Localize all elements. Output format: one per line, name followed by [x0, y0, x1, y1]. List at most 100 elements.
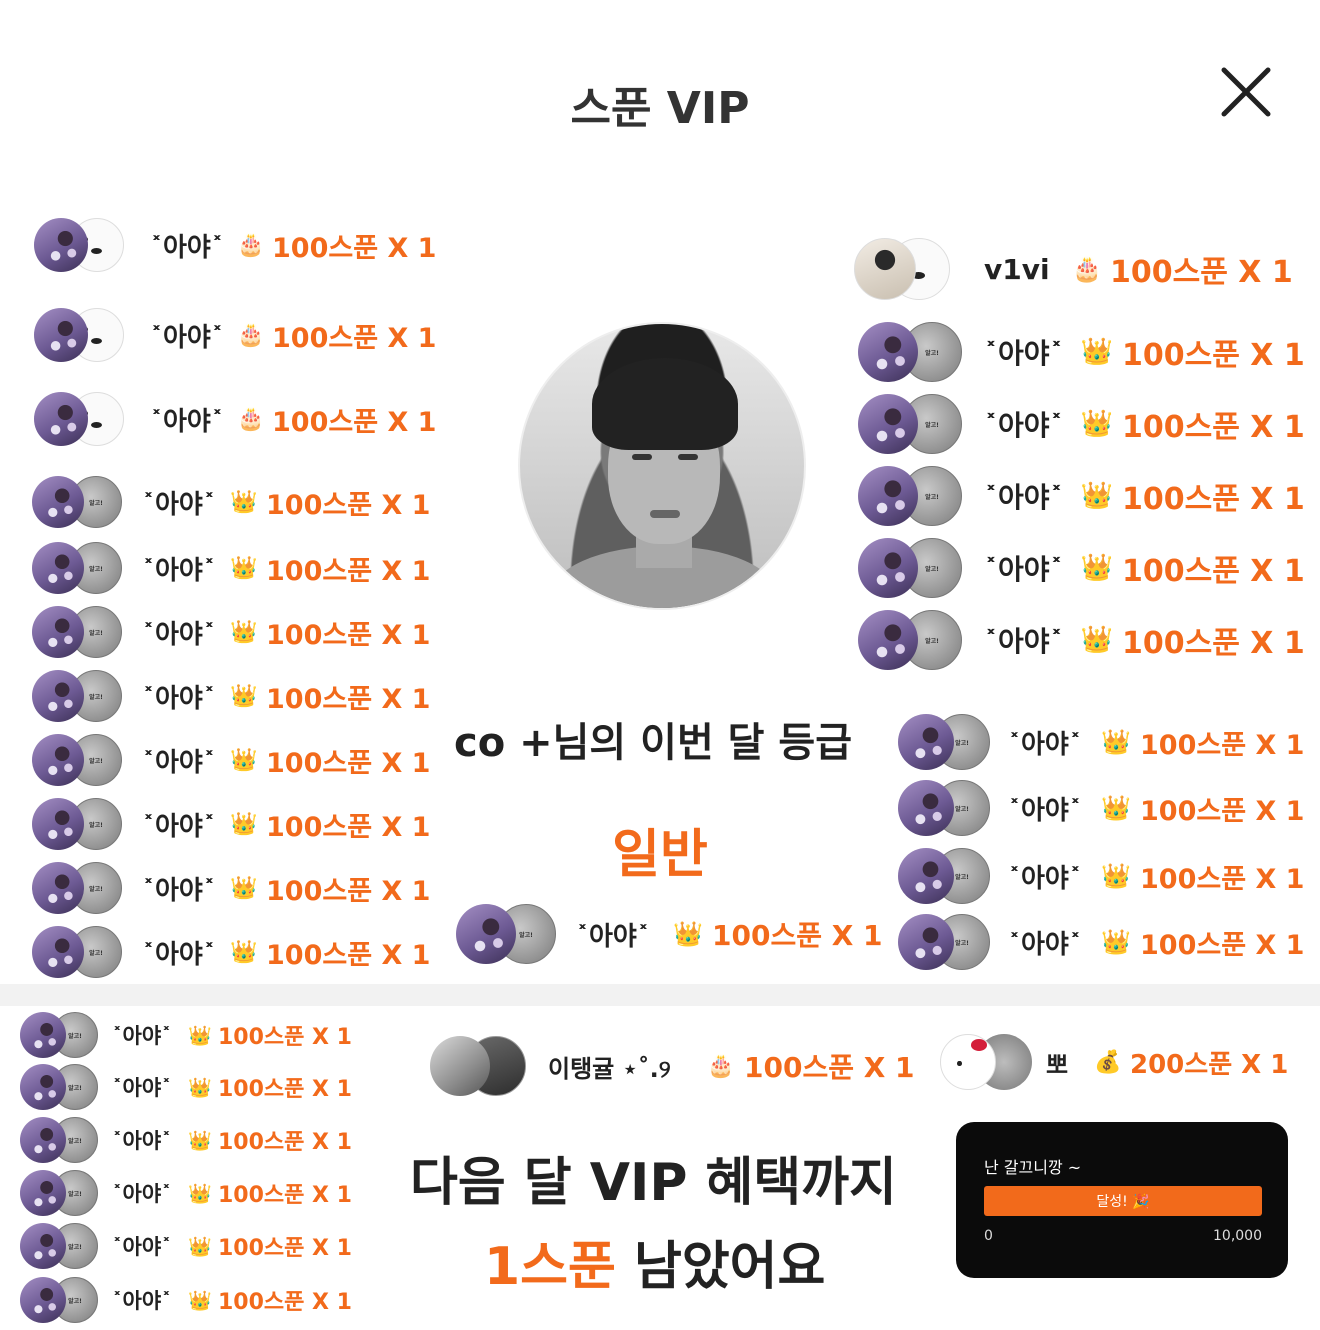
gift-row: 알고! ˟아야˟ 👑 100스푼 X 1 — [858, 538, 1305, 598]
gifter-nickname: ˟아야˟ — [112, 1129, 172, 1153]
gifter-avatars[interactable]: 알고! — [20, 1170, 98, 1216]
gifter-avatars[interactable]: 알고! — [20, 1012, 98, 1058]
gifter-avatars[interactable]: 알고! — [858, 466, 962, 526]
gifter-nickname: ˟아야˟ — [142, 619, 216, 650]
gifter-nickname: ˟아야˟ — [984, 625, 1064, 658]
gift-amount: 100스푼 X 1 — [744, 1051, 915, 1084]
crown-icon: 👑 — [1080, 337, 1114, 367]
gifter-nickname: v1vi — [984, 252, 1050, 286]
gifter-avatars[interactable]: 알고! — [456, 904, 556, 964]
gifter-avatars[interactable] — [34, 392, 124, 446]
close-icon[interactable] — [1214, 62, 1278, 126]
gifter-avatars[interactable]: 알고! — [20, 1277, 98, 1323]
crown-icon: 👑 — [1101, 794, 1131, 822]
crown-icon: 👑 — [1080, 625, 1114, 655]
gifter-avatars[interactable]: 알고! — [858, 322, 962, 382]
gifter-nickname: 이탱귤 ⋆˚.୨ — [548, 1054, 671, 1083]
gifter-avatars[interactable]: 알고! — [858, 610, 962, 670]
gifter-nickname: ˟아야˟ — [142, 489, 216, 520]
gifter-avatars[interactable]: 알고! — [32, 926, 122, 978]
crown-icon: 👑 — [1101, 728, 1131, 756]
gift-row: 알고! ˟아야˟ 👑 100스푼 X 1 — [858, 610, 1305, 670]
gift-amount: 100스푼 X 1 — [712, 919, 883, 952]
avatar — [32, 862, 84, 914]
crown-icon: 👑 — [188, 1289, 212, 1312]
gifter-avatars[interactable] — [34, 308, 124, 362]
avatar — [20, 1223, 66, 1269]
gift-row: 알고! ˟아야˟ 👑 100스푼 X 1 — [32, 670, 430, 722]
avatar — [858, 466, 918, 526]
profile-avatar[interactable] — [518, 322, 806, 610]
gifter-nickname: ˟아야˟ — [142, 939, 216, 970]
gift-amount: 100스푼 X 1 — [1140, 795, 1305, 827]
gifter-nickname: ˟아야˟ — [150, 406, 224, 437]
gifter-avatars[interactable]: 알고! — [898, 848, 990, 904]
avatar — [20, 1170, 66, 1216]
crown-icon: 👑 — [1101, 928, 1131, 956]
avatar — [456, 904, 516, 964]
benefit-suffix: 남았어요 — [615, 1237, 826, 1297]
gift-amount: 100스푼 X 1 — [218, 1290, 352, 1315]
gift-amount: 100스푼 X 1 — [272, 232, 437, 264]
gifter-avatars[interactable]: 알고! — [898, 780, 990, 836]
close-button[interactable] — [1214, 62, 1278, 126]
gifter-avatars[interactable] — [940, 1034, 1032, 1090]
gifter-avatars[interactable]: 알고! — [32, 542, 122, 594]
crown-icon: 👑 — [230, 683, 258, 709]
crown-icon: 👑 — [230, 555, 258, 581]
gifter-nickname: ˟아야˟ — [984, 337, 1064, 370]
gifter-nickname: ˟아야˟ — [150, 232, 224, 263]
gifter-avatars[interactable]: 알고! — [32, 798, 122, 850]
gifter-avatars[interactable]: 알고! — [32, 670, 122, 722]
cake-icon: 🎂 — [237, 232, 265, 258]
avatar — [858, 610, 918, 670]
gifter-nickname: ˟아야˟ — [112, 1182, 172, 1206]
gifter-avatars[interactable]: 알고! — [32, 862, 122, 914]
crown-icon: 👑 — [188, 1024, 212, 1047]
avatar — [858, 322, 918, 382]
gifter-avatars[interactable]: 알고! — [20, 1117, 98, 1163]
gifter-avatars[interactable] — [34, 218, 124, 272]
gift-row: 알고! ˟아야˟ 👑 100스푼 X 1 — [20, 1277, 352, 1323]
gifter-nickname: ˟아야˟ — [150, 322, 224, 353]
avatar — [32, 476, 84, 528]
gift-amount: 100스푼 X 1 — [218, 1077, 352, 1102]
gifter-avatars[interactable]: 알고! — [32, 734, 122, 786]
gift-row: 알고! ˟아야˟ 👑 100스푼 X 1 — [32, 606, 430, 658]
goal-bar-label: 달성! 🎉 — [1096, 1194, 1150, 1210]
gifter-avatars[interactable]: 알고! — [898, 714, 990, 770]
avatar — [854, 238, 916, 300]
gift-row: 알고! ˟아야˟ 👑 100스푼 X 1 — [20, 1117, 352, 1163]
gift-row: 알고! ˟아야˟ 👑 100스푼 X 1 — [898, 780, 1304, 836]
gifter-avatars[interactable]: 알고! — [32, 476, 122, 528]
avatar — [32, 606, 84, 658]
gift-row: 알고! ˟아야˟ 👑 100스푼 X 1 — [858, 322, 1305, 382]
gift-row: ˟아야˟ 🎂 100스푼 X 1 — [34, 218, 436, 272]
gift-row: 알고! ˟아야˟ 👑 100스푼 X 1 — [20, 1012, 352, 1058]
page-title: 스푼 VIP — [570, 83, 750, 134]
gifter-avatars[interactable] — [430, 1036, 526, 1096]
crown-icon: 👑 — [1080, 409, 1114, 439]
gift-amount: 100스푼 X 1 — [266, 939, 431, 971]
gift-amount: 100스푼 X 1 — [1122, 482, 1305, 517]
gifter-avatars[interactable]: 알고! — [20, 1223, 98, 1269]
avatar — [34, 308, 88, 362]
gifter-avatars[interactable]: 알고! — [858, 538, 962, 598]
benefit-amount: 1스푼 — [484, 1237, 616, 1297]
crown-icon: 👑 — [230, 747, 258, 773]
gifter-avatars[interactable]: 알고! — [858, 394, 962, 454]
gift-amount: 100스푼 X 1 — [218, 1236, 352, 1261]
crown-icon: 👑 — [230, 939, 258, 965]
gifter-avatars[interactable] — [854, 238, 950, 300]
gifter-nickname: ˟아야˟ — [576, 921, 650, 952]
gift-row: ˟아야˟ 🎂 100스푼 X 1 — [34, 392, 436, 446]
gifter-avatars[interactable]: 알고! — [32, 606, 122, 658]
cake-icon: 🎂 — [707, 1053, 735, 1079]
gift-row: 알고! ˟아야˟ 👑 100스푼 X 1 — [898, 914, 1304, 970]
avatar — [20, 1277, 66, 1323]
avatar — [34, 392, 88, 446]
gifter-avatars[interactable]: 알고! — [898, 914, 990, 970]
goal-card[interactable]: 난 갈끄니깡 ~ 달성! 🎉 0 10,000 — [956, 1122, 1288, 1278]
gifter-avatars[interactable]: 알고! — [20, 1064, 98, 1110]
gifter-nickname: ˟아야˟ — [1008, 863, 1082, 894]
